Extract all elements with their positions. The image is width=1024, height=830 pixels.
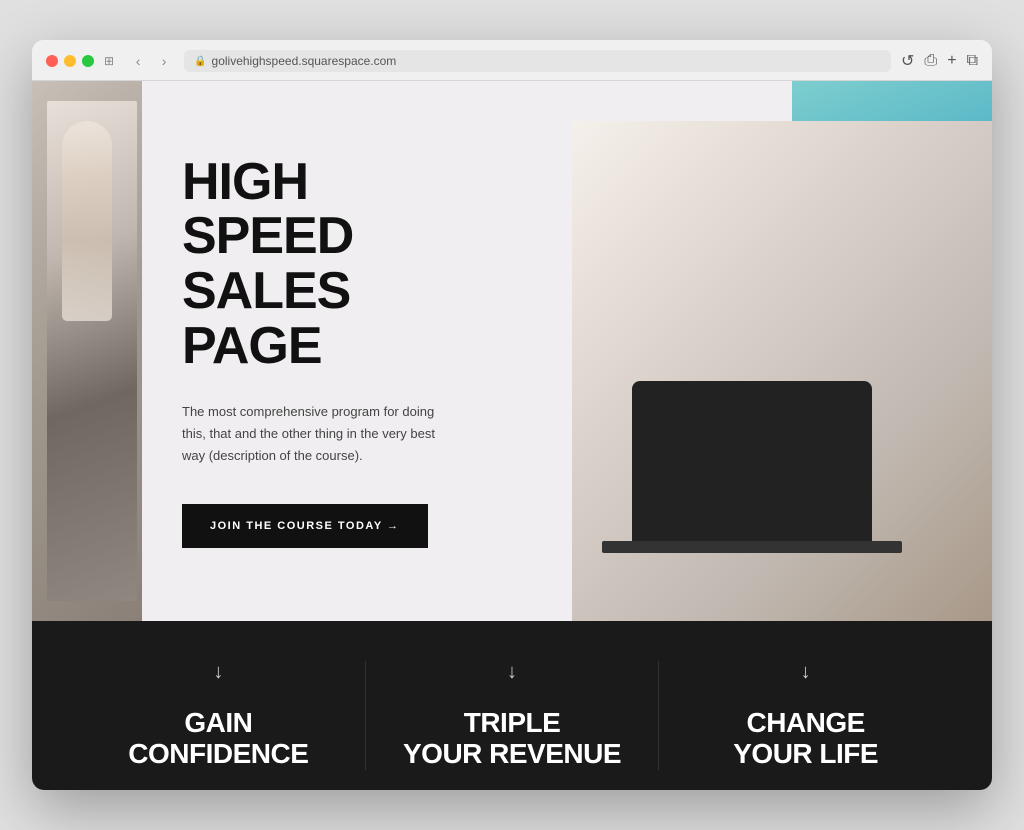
website-content: HIGH SPEED SALES PAGE The most comprehen…: [32, 81, 992, 790]
url-text: golivehighspeed.squarespace.com: [212, 54, 397, 68]
browser-window: ⊞ ‹ › 🔒 golivehighspeed.squarespace.com …: [32, 40, 992, 790]
feature-item-revenue: ↓ TRIPLE YOUR REVENUE: [366, 661, 659, 770]
feature-arrow-3: ↓: [801, 661, 811, 684]
browser-chrome: ⊞ ‹ › 🔒 golivehighspeed.squarespace.com …: [32, 40, 992, 81]
bottom-section: ↓ GAIN CONFIDENCE ↓ TRIPLE YOUR REVENUE: [32, 621, 992, 790]
traffic-lights: [46, 55, 94, 67]
hero-content: HIGH SPEED SALES PAGE The most comprehen…: [32, 95, 552, 608]
feature-title-3: CHANGE YOUR LIFE: [733, 708, 878, 770]
hero-title: HIGH SPEED SALES PAGE: [182, 155, 492, 373]
features-row: ↓ GAIN CONFIDENCE ↓ TRIPLE YOUR REVENUE: [32, 661, 992, 770]
share-button[interactable]: ⎙: [924, 52, 937, 70]
address-bar[interactable]: 🔒 golivehighspeed.squarespace.com: [184, 50, 891, 72]
feature-arrow-2: ↓: [507, 661, 517, 684]
close-button[interactable]: [46, 55, 58, 67]
feature-item-life: ↓ CHANGE YOUR LIFE: [659, 661, 952, 770]
reload-button[interactable]: ↺: [901, 51, 914, 71]
hero-title-line1: HIGH SPEED: [182, 153, 353, 266]
feature-item-confidence: ↓ GAIN CONFIDENCE: [72, 661, 365, 770]
hero-description: The most comprehensive program for doing…: [182, 401, 442, 467]
hero-right-images: [532, 81, 992, 621]
hero-title-line2: SALES PAGE: [182, 262, 350, 375]
maximize-button[interactable]: [82, 55, 94, 67]
back-button[interactable]: ‹: [128, 51, 148, 71]
browser-nav: ‹ ›: [128, 51, 174, 71]
tab-overview-button[interactable]: ⧉: [967, 52, 978, 70]
lock-icon: 🔒: [194, 56, 206, 67]
main-photo: [572, 121, 992, 621]
window-icon[interactable]: ⊞: [104, 54, 114, 68]
feature-title-1: GAIN CONFIDENCE: [128, 708, 308, 770]
new-tab-button[interactable]: +: [947, 52, 956, 70]
feature-title-2: TRIPLE YOUR REVENUE: [403, 708, 621, 770]
forward-button[interactable]: ›: [154, 51, 174, 71]
browser-actions: ↺ ⎙ + ⧉: [901, 51, 978, 71]
minimize-button[interactable]: [64, 55, 76, 67]
hero-section: HIGH SPEED SALES PAGE The most comprehen…: [32, 81, 992, 621]
feature-arrow-1: ↓: [213, 661, 223, 684]
cta-button[interactable]: JOIN THE COURSE TODAY →: [182, 504, 428, 548]
